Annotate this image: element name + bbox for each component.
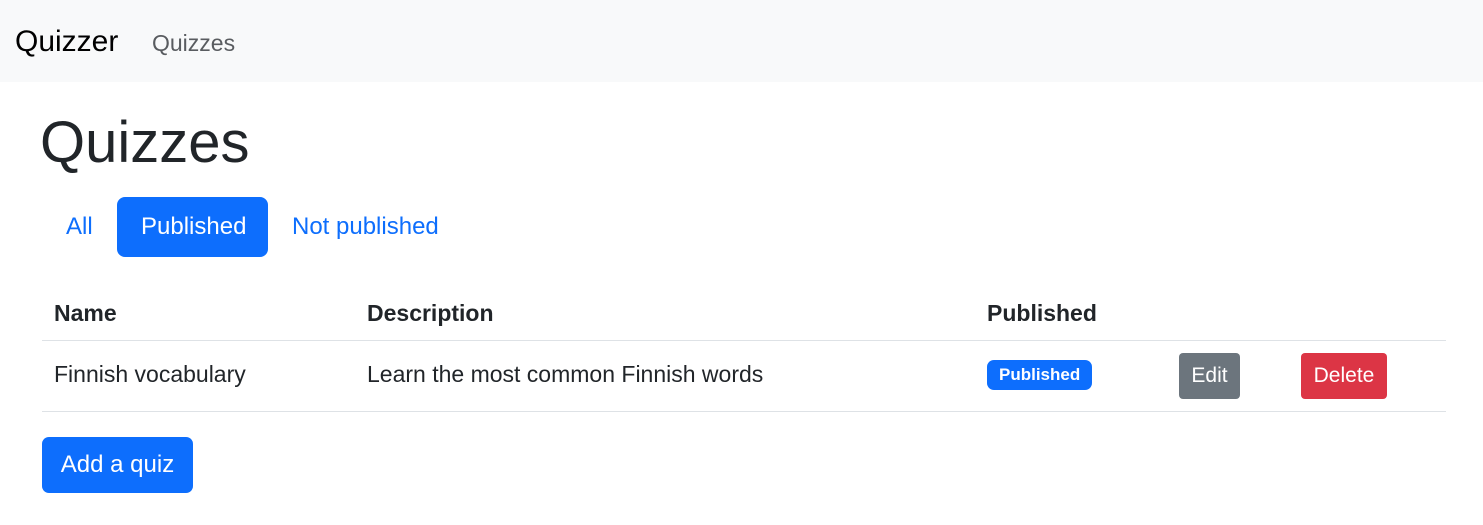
table-header: Name Description Published [42, 288, 1446, 341]
status-badge: Published [987, 360, 1093, 390]
tab-all[interactable]: All [42, 197, 117, 257]
page-title: Quizzes [40, 110, 250, 175]
column-header-description: Description [367, 300, 494, 326]
brand-link[interactable]: Quizzer [15, 22, 118, 62]
navbar: Quizzer Quizzes [0, 0, 1483, 82]
table-row: Finnish vocabulary Learn the most common… [42, 341, 1446, 412]
tab-published[interactable]: Published [117, 197, 268, 257]
quizzes-table: Name Description Published Finnish vocab… [42, 288, 1446, 412]
quiz-description: Learn the most common Finnish words [367, 361, 764, 387]
tab-not-published[interactable]: Not published [268, 197, 463, 257]
nav-link-quizzes[interactable]: Quizzes [152, 27, 235, 59]
column-header-name: Name [54, 300, 117, 326]
edit-button[interactable]: Edit [1179, 353, 1240, 399]
delete-button[interactable]: Delete [1301, 353, 1387, 399]
quiz-name: Finnish vocabulary [54, 361, 246, 387]
add-quiz-button[interactable]: Add a quiz [42, 437, 193, 493]
column-header-published: Published [987, 300, 1097, 326]
